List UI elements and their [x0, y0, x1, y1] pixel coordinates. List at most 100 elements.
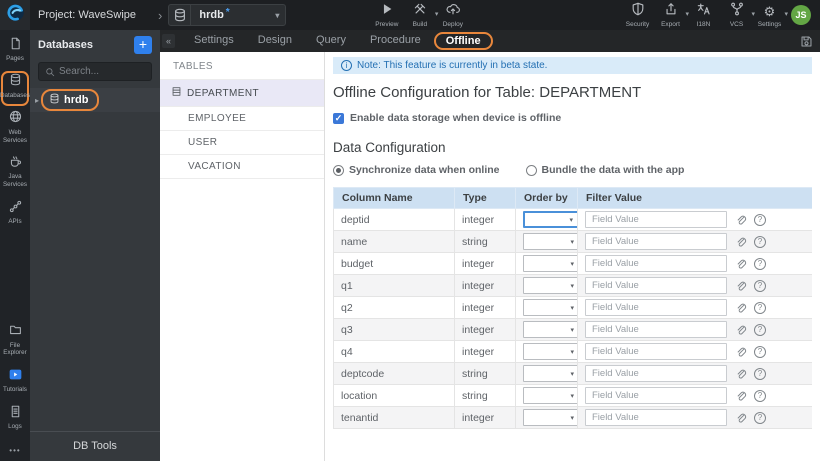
- bind-field-icon[interactable]: [735, 214, 747, 226]
- build-button[interactable]: ▾ Build: [403, 2, 438, 28]
- help-icon[interactable]: ?: [754, 257, 766, 270]
- order-by-select[interactable]: ▾: [523, 277, 577, 294]
- sidebar-item-logs[interactable]: Logs: [1, 402, 29, 437]
- order-by-select[interactable]: ▾: [523, 365, 577, 382]
- sidebar-item-label: Logs: [8, 423, 22, 431]
- column-header-filter-value: Filter Value: [577, 187, 812, 209]
- bind-field-icon[interactable]: [735, 390, 747, 402]
- collapse-panel-button[interactable]: «: [162, 34, 175, 48]
- table-list-item-department[interactable]: DEPARTMENT: [160, 79, 324, 107]
- preview-button[interactable]: Preview: [370, 2, 403, 28]
- build-hammers-icon: [413, 2, 427, 21]
- help-icon[interactable]: ?: [754, 367, 766, 380]
- order-by-select[interactable]: ▾: [523, 255, 577, 272]
- table-list-item-employee[interactable]: EMPLOYEE: [160, 107, 324, 131]
- sidebar-item-tutorials[interactable]: Tutorials: [1, 365, 29, 400]
- column-name-cell: q1: [333, 274, 455, 297]
- bind-field-icon[interactable]: [735, 368, 747, 380]
- beta-note-banner: i Note: This feature is currently in bet…: [333, 57, 812, 74]
- bind-field-icon[interactable]: [735, 236, 747, 248]
- sidebar-item-file-explorer[interactable]: File Explorer: [1, 321, 29, 364]
- filter-value-input[interactable]: [585, 365, 727, 382]
- order-by-select[interactable]: ▾: [523, 211, 577, 228]
- order-by-select[interactable]: ▾: [523, 233, 577, 250]
- radio-option-bundle-the-data-with-the-app[interactable]: Bundle the data with the app: [525, 164, 684, 176]
- filter-value-input[interactable]: [585, 387, 727, 404]
- order-by-select[interactable]: ▾: [523, 387, 577, 404]
- wavemaker-logo-icon[interactable]: [0, 0, 30, 30]
- more-menu-button[interactable]: •••: [9, 446, 20, 455]
- column-name-cell: tenantid: [333, 406, 455, 429]
- db-tools-button[interactable]: DB Tools: [30, 431, 160, 461]
- search-input[interactable]: [59, 66, 145, 77]
- filter-value-input[interactable]: [585, 277, 727, 294]
- radio-option-synchronize-data-when-online[interactable]: Synchronize data when online: [333, 164, 500, 176]
- add-database-button[interactable]: +: [134, 36, 152, 54]
- bind-field-icon[interactable]: [735, 412, 747, 424]
- help-icon[interactable]: ?: [754, 301, 766, 314]
- tab-design[interactable]: Design: [247, 32, 303, 50]
- settings-button[interactable]: ⚙ ▾ Settings: [753, 2, 788, 29]
- table-list-item-vacation[interactable]: VACATION: [160, 155, 324, 179]
- sidebar-item-web-services[interactable]: Web Services: [1, 108, 29, 151]
- radio-unselected-icon[interactable]: [525, 164, 537, 176]
- filter-value-input[interactable]: [585, 299, 727, 316]
- tab-query[interactable]: Query: [305, 32, 357, 50]
- checkbox-checked-icon[interactable]: ✓: [333, 112, 344, 124]
- expander-icon[interactable]: ▸: [35, 96, 39, 105]
- user-avatar[interactable]: JS: [791, 5, 811, 25]
- filter-value-input[interactable]: [585, 343, 727, 360]
- bind-field-icon[interactable]: [735, 302, 747, 314]
- help-icon[interactable]: ?: [754, 235, 766, 248]
- save-icon[interactable]: [800, 35, 813, 48]
- filter-value-input[interactable]: [585, 321, 727, 338]
- vcs-button[interactable]: ▾ VCS: [720, 2, 755, 28]
- database-icon: [169, 5, 192, 25]
- help-icon[interactable]: ?: [754, 323, 766, 336]
- filter-value-input[interactable]: [585, 409, 727, 426]
- table-row: q3integer ▾?: [333, 318, 812, 341]
- tab-offline[interactable]: Offline: [433, 32, 493, 50]
- toolbar-button-label: Export: [661, 21, 680, 28]
- export-button[interactable]: ▾ Export: [654, 2, 689, 28]
- column-type-cell: string: [454, 230, 516, 253]
- pages-icon: [9, 37, 22, 55]
- filter-value-input[interactable]: [585, 211, 727, 228]
- bind-field-icon[interactable]: [735, 324, 747, 336]
- column-header-order-by: Order by: [515, 187, 578, 209]
- help-icon[interactable]: ?: [754, 213, 766, 226]
- help-icon[interactable]: ?: [754, 389, 766, 402]
- filter-value-input[interactable]: [585, 255, 727, 272]
- order-by-select[interactable]: ▾: [523, 409, 577, 426]
- table-list-item-user[interactable]: USER: [160, 131, 324, 155]
- table-row: deptidinteger ▾?: [333, 208, 812, 231]
- db-tree-row: ▸ hrdb: [30, 88, 160, 112]
- caret-down-icon: ▾: [570, 392, 574, 400]
- enable-offline-storage-option[interactable]: ✓ Enable data storage when device is off…: [333, 112, 812, 124]
- tab-procedure[interactable]: Procedure: [359, 32, 432, 50]
- toolbar-button-label: Deploy: [442, 21, 463, 28]
- column-type-cell: integer: [454, 318, 516, 341]
- bind-field-icon[interactable]: [735, 258, 747, 270]
- sidebar-item-databases[interactable]: Databases: [0, 70, 30, 106]
- sidebar-item-pages[interactable]: Pages: [1, 34, 29, 69]
- column-type-cell: string: [454, 384, 516, 407]
- order-by-select[interactable]: ▾: [523, 321, 577, 338]
- security-button[interactable]: Security: [621, 2, 654, 28]
- help-icon[interactable]: ?: [754, 345, 766, 358]
- i18n-button[interactable]: I18N: [687, 2, 720, 28]
- bind-field-icon[interactable]: [735, 280, 747, 292]
- radio-selected-icon[interactable]: [333, 164, 344, 176]
- filter-value-input[interactable]: [585, 233, 727, 250]
- tab-settings[interactable]: Settings: [183, 32, 245, 50]
- deploy-button[interactable]: Deploy: [436, 2, 469, 28]
- order-by-select[interactable]: ▾: [523, 343, 577, 360]
- bind-field-icon[interactable]: [735, 346, 747, 358]
- help-icon[interactable]: ?: [754, 411, 766, 424]
- sidebar-item-apis[interactable]: APIs: [1, 197, 29, 232]
- db-tree-item-hrdb[interactable]: hrdb: [41, 89, 100, 111]
- db-selector[interactable]: hrdb * ▾: [168, 4, 287, 26]
- order-by-select[interactable]: ▾: [523, 299, 577, 316]
- sidebar-item-java-services[interactable]: Java Services: [1, 152, 29, 195]
- help-icon[interactable]: ?: [754, 279, 766, 292]
